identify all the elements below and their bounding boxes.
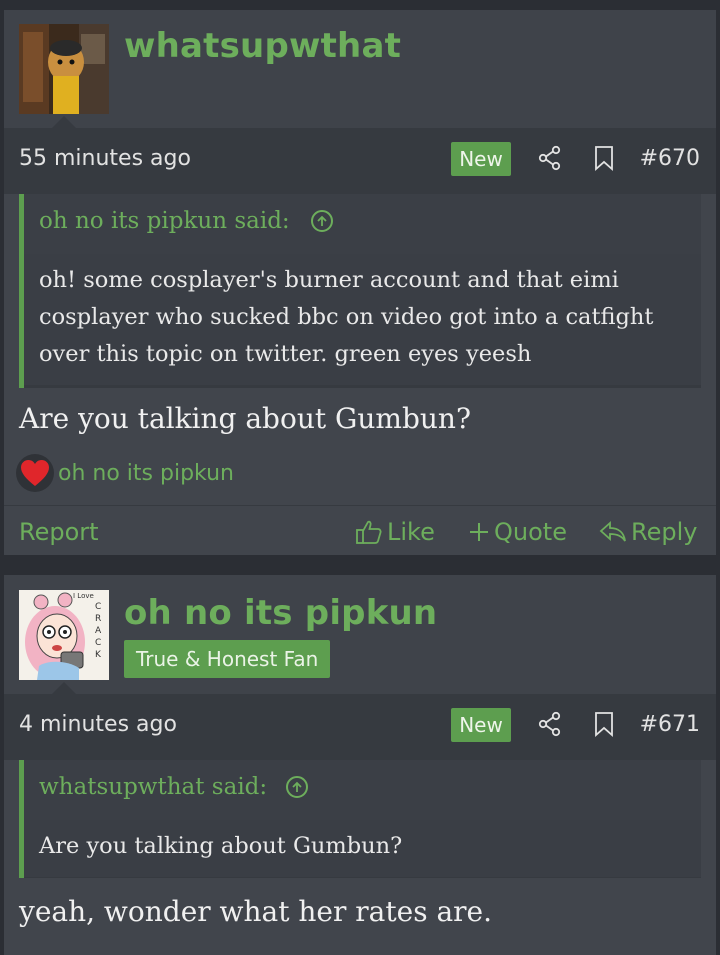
thumbs-up-icon	[356, 520, 382, 544]
avatar-pointer	[52, 116, 76, 128]
avatar-letter: R	[95, 614, 102, 624]
post-meta: 55 minutes ago New #670	[4, 128, 716, 194]
heart-icon	[16, 454, 54, 492]
like-label: Like	[387, 518, 435, 546]
post-timestamp[interactable]: 4 minutes ago	[19, 712, 177, 737]
bookmark-icon[interactable]	[593, 145, 615, 175]
post-meta: 4 minutes ago New #671	[4, 694, 716, 760]
post-header: I Love C R A C K oh no its pipkun True &…	[4, 575, 716, 694]
avatar-oh-no-its-pipkun[interactable]: I Love C R A C K	[19, 590, 109, 680]
quote-block: whatsupwthat said: Are you talking about…	[19, 760, 701, 878]
avatar-letter: C	[95, 638, 102, 648]
reply-icon	[599, 520, 626, 542]
post-number[interactable]: #671	[640, 712, 700, 737]
bookmark-icon[interactable]	[593, 711, 615, 741]
post-body: yeah, wonder what her rates are.	[19, 895, 493, 928]
report-button[interactable]: Report	[19, 518, 99, 546]
avatar-caption: I Love	[73, 592, 94, 600]
post-header: whatsupwthat	[4, 10, 716, 128]
reaction-user[interactable]: oh no its pipkun	[58, 461, 234, 486]
quote-block: oh no its pipkun said: oh! some cosplaye…	[19, 194, 701, 388]
avatar-whatsupwthat[interactable]	[19, 24, 109, 114]
plus-icon	[470, 523, 488, 541]
reactions-bar[interactable]: oh no its pipkun	[16, 454, 234, 492]
new-badge: New	[451, 708, 511, 742]
share-icon[interactable]	[537, 711, 563, 741]
post-actions: Report Like Quote Reply	[4, 505, 716, 558]
username[interactable]: whatsupwthat	[124, 26, 401, 66]
quote-label: Quote	[494, 518, 567, 546]
new-badge: New	[451, 142, 511, 176]
reply-button[interactable]: Reply	[599, 518, 697, 546]
username[interactable]: oh no its pipkun	[124, 593, 437, 633]
quote-button[interactable]: Quote	[468, 518, 567, 546]
user-title-badge: True & Honest Fan	[124, 640, 331, 678]
quote-text: Are you talking about Gumbun?	[24, 820, 701, 877]
avatar-letter: K	[95, 650, 101, 660]
quote-attribution[interactable]: whatsupwthat said:	[39, 774, 267, 800]
quote-text: oh! some cosplayer's burner account and …	[24, 254, 701, 385]
quote-header: whatsupwthat said:	[24, 760, 701, 820]
quote-header: oh no its pipkun said:	[24, 194, 701, 254]
reply-label: Reply	[631, 518, 698, 546]
post-timestamp[interactable]: 55 minutes ago	[19, 146, 191, 171]
quote-attribution[interactable]: oh no its pipkun said:	[39, 208, 290, 234]
post-body: Are you talking about Gumbun?	[19, 402, 471, 435]
post-671: I Love C R A C K oh no its pipkun True &…	[4, 575, 716, 955]
post-number[interactable]: #670	[640, 146, 700, 171]
avatar-letter: A	[95, 626, 102, 636]
jump-to-quote-icon[interactable]	[311, 210, 333, 232]
share-icon[interactable]	[537, 145, 563, 175]
avatar-letter: C	[95, 602, 102, 612]
avatar-pointer	[52, 682, 76, 694]
like-button[interactable]: Like	[355, 518, 435, 546]
post-670: whatsupwthat 55 minutes ago New #670 oh …	[4, 10, 716, 555]
jump-to-quote-icon[interactable]	[286, 776, 308, 798]
